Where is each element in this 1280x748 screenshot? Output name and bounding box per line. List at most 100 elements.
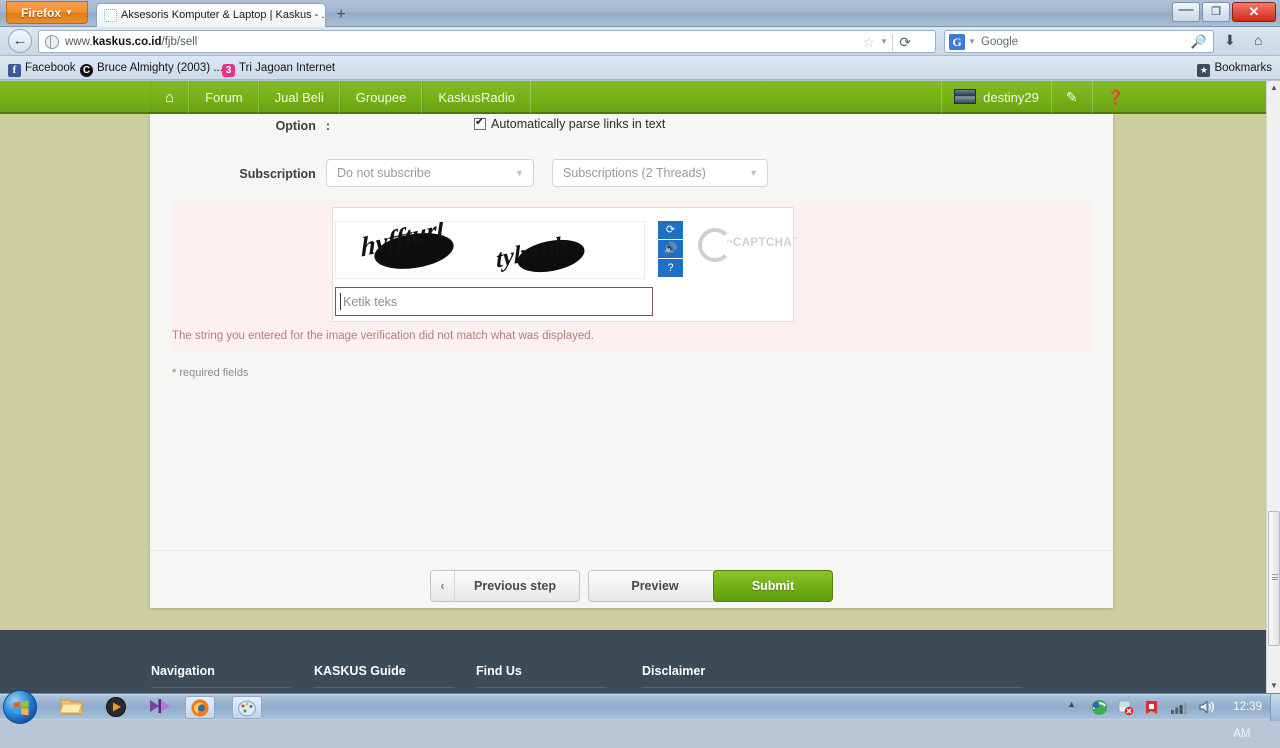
bookmark-label: Tri Jagoan Internet xyxy=(239,62,335,74)
chevron-down-icon[interactable]: ▼ xyxy=(968,37,976,46)
browser-navigation-bar: ← www.kaskus.co.id/fjb/sell ☆ ▼ ⟳ G ▼ Go… xyxy=(0,27,1280,56)
nav-item-jual-beli[interactable]: Jual Beli xyxy=(259,81,340,114)
firefox-menu-button[interactable]: Firefox▼ xyxy=(6,1,88,24)
captcha-text-input[interactable]: Ketik teks xyxy=(335,287,653,316)
footer-title: KASKUS Guide xyxy=(314,664,454,678)
help-button[interactable]: ❓ xyxy=(1092,81,1138,114)
close-button[interactable]: ✕ xyxy=(1232,2,1276,22)
parse-links-checkbox[interactable] xyxy=(474,118,486,130)
page-viewport: ⌂ Forum Jual Beli Groupee KaskusRadio de… xyxy=(0,81,1266,693)
captcha-refresh-button[interactable]: ⟳ xyxy=(658,221,683,240)
google-icon: G xyxy=(949,34,965,50)
browser-tab[interactable]: Aksesoris Komputer & Laptop | Kaskus - .… xyxy=(96,3,326,27)
chevron-down-icon: ▼ xyxy=(515,160,524,187)
reload-icon[interactable]: ⟳ xyxy=(899,34,911,51)
sell-form-card: Option: Automatically parse links in tex… xyxy=(150,114,1113,608)
taskbar-clock[interactable]: 12:39 AM xyxy=(1233,694,1262,748)
question-icon: ? xyxy=(667,262,673,274)
site-nav: ⌂ Forum Jual Beli Groupee KaskusRadio xyxy=(150,81,531,114)
show-desktop-button[interactable] xyxy=(1270,694,1280,721)
downloads-icon[interactable]: ⬇ xyxy=(1224,32,1236,49)
subscription-type-value: Do not subscribe xyxy=(337,166,431,180)
subscription-type-select[interactable]: Do not subscribe ▼ xyxy=(326,159,534,187)
taskbar-item-explorer[interactable] xyxy=(60,696,90,719)
globe-icon xyxy=(45,35,59,49)
bookmark-label: Facebook xyxy=(25,62,76,74)
bookmarks-menu-button[interactable]: ★Bookmarks xyxy=(1197,56,1272,80)
captcha-help-button[interactable]: ? xyxy=(658,259,683,278)
bookmark-item-facebook[interactable]: fFacebook xyxy=(8,56,76,80)
bookmark-star-icon[interactable]: ☆ xyxy=(862,35,875,49)
search-input[interactable]: Google xyxy=(981,31,1018,53)
submit-button[interactable]: Submit xyxy=(713,570,833,602)
minimize-button[interactable]: — xyxy=(1172,2,1200,22)
address-bar[interactable]: www.kaskus.co.id/fjb/sell ☆ ▼ ⟳ xyxy=(38,30,936,53)
option-checkbox-row[interactable]: Automatically parse links in text xyxy=(474,117,665,131)
back-button[interactable]: ← xyxy=(8,29,32,53)
flag-icon[interactable] xyxy=(1117,699,1134,719)
tri-icon: 3 xyxy=(222,64,235,77)
nav-item-forum[interactable]: Forum xyxy=(189,81,259,114)
tab-favicon xyxy=(104,9,117,22)
chevron-down-icon: ▼ xyxy=(65,8,73,17)
scroll-down-icon[interactable]: ▼ xyxy=(1267,679,1280,693)
text-caret xyxy=(340,293,341,310)
required-fields-note: * required fields xyxy=(172,367,248,379)
footer-column-kaskus-guide: KASKUS Guide Help Center About Us Advert… xyxy=(314,664,454,693)
verification-panel: hvffturl tylvrnb Ketik teks ⟳ 🔊 ? reCAPT… xyxy=(172,199,1092,351)
footer-column-disclaimer: Disclaimer KASKUS is providing freedom o… xyxy=(642,664,1022,693)
preview-button[interactable]: Preview xyxy=(588,570,722,602)
search-icon[interactable]: 🔎 xyxy=(1191,34,1207,50)
captcha-container: hvffturl tylvrnb Ketik teks ⟳ 🔊 ? reCAPT… xyxy=(332,207,794,322)
divider xyxy=(642,687,1022,688)
pencil-icon: ✎ xyxy=(1066,89,1078,105)
divider xyxy=(476,687,606,688)
previous-step-button[interactable]: ‹ Previous step xyxy=(430,570,580,602)
scrollbar-thumb[interactable] xyxy=(1268,511,1280,646)
captcha-controls: ⟳ 🔊 ? xyxy=(658,221,683,278)
chevron-down-icon[interactable]: ▼ xyxy=(880,37,888,46)
bookmarks-toolbar: fFacebook CBruce Almighty (2003) ... 3 Tr… xyxy=(0,56,1280,80)
start-button[interactable] xyxy=(3,690,37,724)
page-scrollbar[interactable]: ▲ ▼ xyxy=(1266,81,1280,693)
captcha-audio-button[interactable]: 🔊 xyxy=(658,240,683,259)
bookmark-item-tri-jagoan[interactable]: 3 Tri Jagoan Internet xyxy=(222,56,335,80)
taskbar-item-firefox[interactable] xyxy=(185,696,215,719)
window-controls: — ❐ ✕ xyxy=(1172,2,1276,22)
security-icon[interactable] xyxy=(1143,699,1160,719)
chevron-down-icon: ▼ xyxy=(749,160,758,187)
scrollbar-grip xyxy=(1272,574,1278,580)
bookmark-item-bruce-almighty[interactable]: CBruce Almighty (2003) ... xyxy=(80,56,223,80)
subscription-folder-select[interactable]: Subscriptions (2 Threads) ▼ xyxy=(552,159,768,187)
subscription-label: Subscription: xyxy=(180,167,330,181)
show-hidden-icons-button[interactable]: ▲ xyxy=(1067,699,1076,709)
user-menu[interactable]: destiny29 xyxy=(941,81,1051,114)
taskbar-item-movie-maker[interactable] xyxy=(148,696,178,719)
star-icon: ★ xyxy=(1197,64,1210,77)
restore-button[interactable]: ❐ xyxy=(1202,2,1230,22)
new-tab-button[interactable]: + xyxy=(331,5,351,25)
preview-label: Preview xyxy=(631,579,678,593)
taskbar-item-paint[interactable] xyxy=(232,696,262,719)
update-icon[interactable] xyxy=(1091,699,1108,719)
network-icon[interactable] xyxy=(1170,699,1188,718)
footer-title: Navigation xyxy=(151,664,291,678)
nav-item-kaskusradio[interactable]: KaskusRadio xyxy=(422,81,531,114)
speaker-icon: 🔊 xyxy=(664,243,678,255)
parse-links-label: Automatically parse links in text xyxy=(491,117,665,131)
search-bar[interactable]: G ▼ Google 🔎 xyxy=(944,30,1214,53)
nav-item-groupee[interactable]: Groupee xyxy=(340,81,423,114)
edit-button[interactable]: ✎ xyxy=(1051,81,1092,114)
address-bar-url: www.kaskus.co.id/fjb/sell xyxy=(65,31,197,54)
scroll-up-icon[interactable]: ▲ xyxy=(1267,81,1280,95)
nav-home-icon[interactable]: ⌂ xyxy=(150,81,189,114)
window-titlebar: Firefox▼ Aksesoris Komputer & Laptop | K… xyxy=(0,0,1280,27)
home-icon[interactable]: ⌂ xyxy=(1254,32,1262,48)
recaptcha-wordmark: reCAPTCHA™ xyxy=(727,237,798,249)
captcha-distorted-text: hvffturl tylvrnb xyxy=(336,222,642,276)
divider xyxy=(892,34,893,51)
taskbar-item-media-player[interactable] xyxy=(105,696,135,719)
footer-column-navigation: Navigation Home Forum Jual Beli Groupee xyxy=(151,664,291,693)
captcha-input-placeholder: Ketik teks xyxy=(343,295,397,309)
volume-icon[interactable] xyxy=(1198,699,1216,718)
